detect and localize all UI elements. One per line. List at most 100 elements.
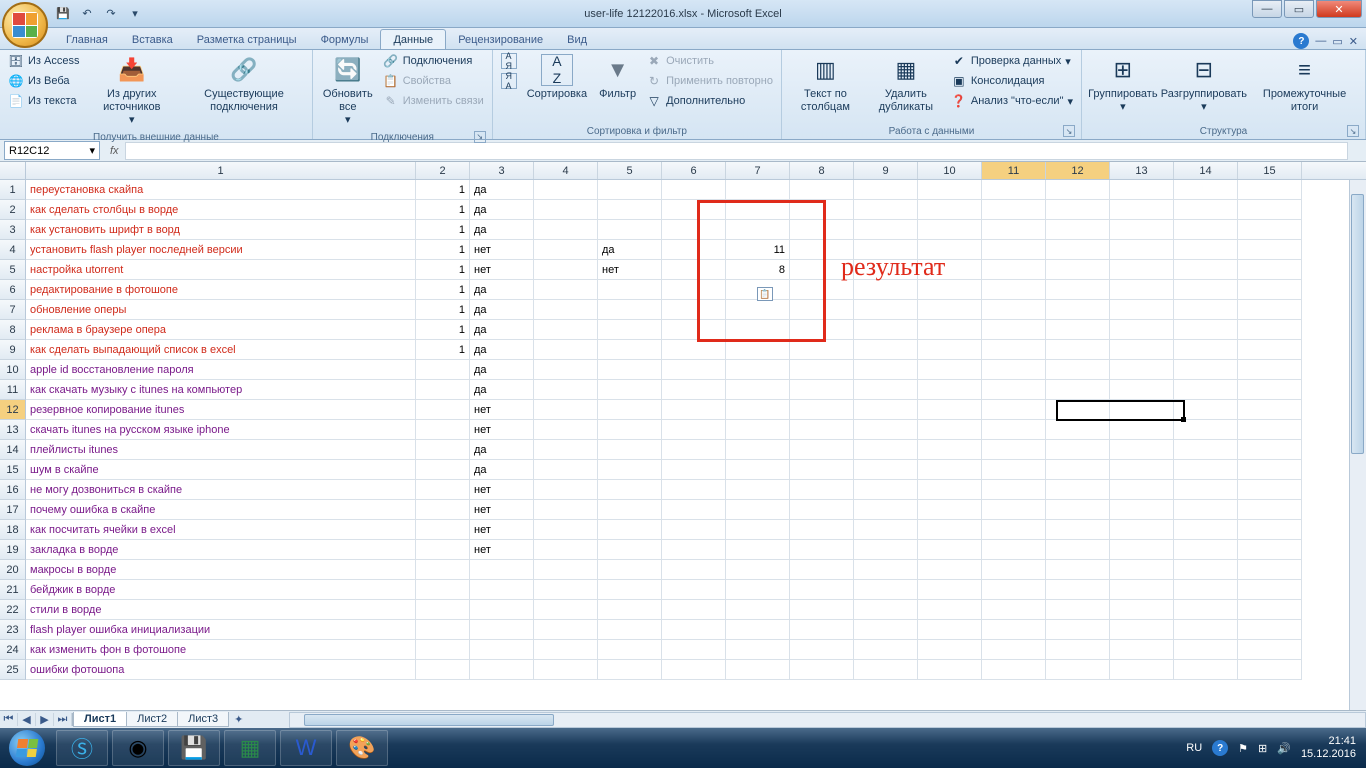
cell[interactable] <box>1046 460 1110 480</box>
row-header[interactable]: 10 <box>0 360 26 380</box>
cell[interactable]: шум в скайпе <box>26 460 416 480</box>
cell[interactable]: ошибки фотошопа <box>26 660 416 680</box>
col-header[interactable]: 11 <box>982 162 1046 179</box>
cell[interactable] <box>416 500 470 520</box>
cell[interactable] <box>726 220 790 240</box>
cell[interactable] <box>982 240 1046 260</box>
col-header[interactable]: 5 <box>598 162 662 179</box>
row-header[interactable]: 16 <box>0 480 26 500</box>
cell[interactable] <box>598 660 662 680</box>
cell[interactable] <box>416 580 470 600</box>
cell[interactable] <box>1174 480 1238 500</box>
cell[interactable] <box>598 300 662 320</box>
cell[interactable] <box>918 560 982 580</box>
subtotal-button[interactable]: ≡Промежуточные итоги <box>1250 52 1359 116</box>
cell[interactable] <box>1174 520 1238 540</box>
cell[interactable] <box>662 400 726 420</box>
cell[interactable] <box>662 660 726 680</box>
cell[interactable] <box>918 200 982 220</box>
cell[interactable]: закладка в ворде <box>26 540 416 560</box>
cell[interactable] <box>982 340 1046 360</box>
cell[interactable] <box>1046 180 1110 200</box>
sheet-tab-3[interactable]: Лист3 <box>177 712 229 727</box>
cell[interactable] <box>662 440 726 460</box>
cell[interactable] <box>662 200 726 220</box>
row-header[interactable]: 3 <box>0 220 26 240</box>
cell[interactable] <box>470 560 534 580</box>
cell[interactable] <box>982 420 1046 440</box>
cell[interactable] <box>534 620 598 640</box>
cell[interactable] <box>982 280 1046 300</box>
cell[interactable] <box>1046 200 1110 220</box>
cell[interactable] <box>790 560 854 580</box>
cell[interactable] <box>662 620 726 640</box>
row-header[interactable]: 21 <box>0 580 26 600</box>
tab-data[interactable]: Данные <box>380 29 446 49</box>
row-header[interactable]: 17 <box>0 500 26 520</box>
cell[interactable] <box>416 480 470 500</box>
cell[interactable] <box>918 520 982 540</box>
cell[interactable] <box>1110 660 1174 680</box>
cell[interactable] <box>1174 220 1238 240</box>
cell[interactable]: 1 <box>416 200 470 220</box>
cell[interactable] <box>854 180 918 200</box>
cell[interactable] <box>790 320 854 340</box>
sort-za-button[interactable]: ЯА <box>499 72 519 90</box>
cell[interactable] <box>662 280 726 300</box>
cell[interactable] <box>662 260 726 280</box>
taskbar-skype[interactable]: Ⓢ <box>56 730 108 766</box>
cell[interactable]: почему ошибка в скайпе <box>26 500 416 520</box>
cell[interactable] <box>470 600 534 620</box>
row-header[interactable]: 8 <box>0 320 26 340</box>
ungroup-button[interactable]: ⊟Разгруппировать▾ <box>1162 52 1246 116</box>
col-header[interactable]: 13 <box>1110 162 1174 179</box>
cell[interactable] <box>790 620 854 640</box>
cell[interactable] <box>1046 660 1110 680</box>
workbook-restore-button[interactable]: ▭ <box>1332 35 1342 48</box>
cell[interactable] <box>598 560 662 580</box>
cell[interactable] <box>854 280 918 300</box>
cell[interactable] <box>982 520 1046 540</box>
row-header[interactable]: 23 <box>0 620 26 640</box>
cell[interactable]: да <box>470 300 534 320</box>
cell[interactable] <box>1174 620 1238 640</box>
sheet-tab-2[interactable]: Лист2 <box>126 712 178 727</box>
cell[interactable] <box>534 340 598 360</box>
cell[interactable] <box>1046 220 1110 240</box>
cell[interactable]: 1 <box>416 180 470 200</box>
cell[interactable] <box>918 580 982 600</box>
cell[interactable] <box>662 180 726 200</box>
cell[interactable] <box>918 660 982 680</box>
from-web-button[interactable]: 🌐Из Веба <box>6 72 81 90</box>
cell[interactable] <box>662 340 726 360</box>
tray-network-icon[interactable]: ⊞ <box>1258 742 1267 755</box>
cell[interactable] <box>790 300 854 320</box>
cell[interactable] <box>726 500 790 520</box>
cell[interactable] <box>854 520 918 540</box>
cell[interactable]: да <box>470 360 534 380</box>
tab-home[interactable]: Главная <box>54 30 120 49</box>
taskbar-excel[interactable]: ▦ <box>224 730 276 766</box>
start-button[interactable] <box>0 728 54 768</box>
cell[interactable] <box>982 380 1046 400</box>
edit-links-button[interactable]: ✎Изменить связи <box>381 92 486 110</box>
cell[interactable]: 8 <box>726 260 790 280</box>
cell[interactable] <box>534 220 598 240</box>
cell[interactable] <box>854 400 918 420</box>
launcher-icon[interactable]: ↘ <box>1063 125 1075 137</box>
fx-icon[interactable]: fx <box>104 145 125 157</box>
cell[interactable] <box>662 580 726 600</box>
cell[interactable] <box>416 520 470 540</box>
cell[interactable] <box>726 640 790 660</box>
cell[interactable] <box>1046 360 1110 380</box>
cell[interactable] <box>1110 460 1174 480</box>
cell[interactable] <box>982 480 1046 500</box>
cell[interactable] <box>1238 320 1302 340</box>
cell[interactable]: как посчитать ячейки в excel <box>26 520 416 540</box>
cell[interactable]: макросы в ворде <box>26 560 416 580</box>
cell[interactable]: apple id восстановление пароля <box>26 360 416 380</box>
cell[interactable] <box>726 600 790 620</box>
cell[interactable] <box>534 260 598 280</box>
cell[interactable] <box>598 320 662 340</box>
group-button[interactable]: ⊞Группировать▾ <box>1088 52 1158 116</box>
